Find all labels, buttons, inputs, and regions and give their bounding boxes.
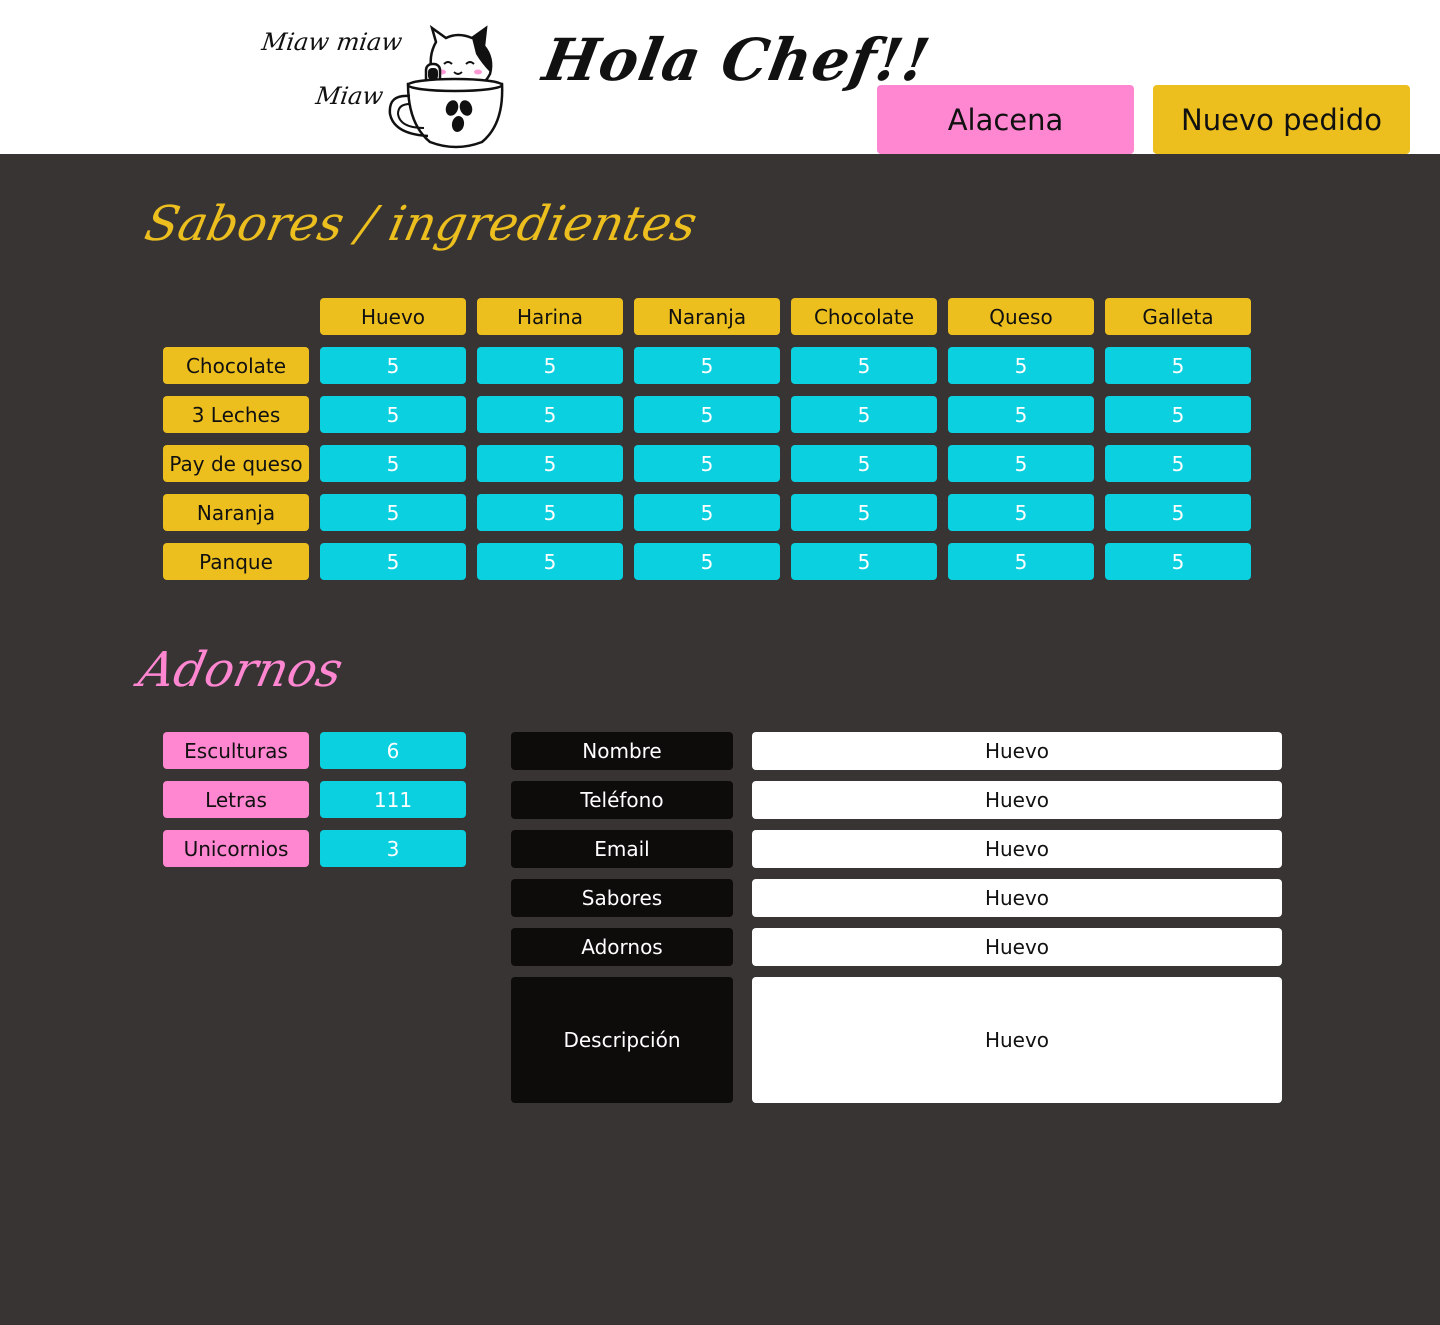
column-header: Huevo [320,298,466,335]
field-value[interactable]: Huevo [752,732,1282,770]
miaw-text-line1: Miaw miaw [260,28,404,56]
miaw-text-line2: Miaw [314,82,386,110]
column-header: Harina [477,298,623,335]
alacena-button[interactable]: Alacena [877,85,1134,154]
adorno-label: Esculturas [163,732,309,769]
quantity-cell[interactable]: 5 [634,543,780,580]
quantity-cell[interactable]: 5 [791,445,937,482]
quantity-cell[interactable]: 5 [477,543,623,580]
quantity-cell[interactable]: 5 [1105,494,1251,531]
field-label: Adornos [511,928,733,966]
quantity-cell[interactable]: 5 [320,445,466,482]
header-bar: Miaw miaw Miaw Hola Chef!! Alacena Nuevo… [0,0,1440,154]
quantity-cell[interactable]: 5 [477,494,623,531]
quantity-cell[interactable]: 5 [320,396,466,433]
field-label: Sabores [511,879,733,917]
quantity-cell[interactable]: 5 [1105,347,1251,384]
field-label: Nombre [511,732,733,770]
nuevo-pedido-button[interactable]: Nuevo pedido [1153,85,1410,154]
quantity-cell[interactable]: 5 [320,347,466,384]
quantity-cell[interactable]: 5 [948,494,1094,531]
quantity-cell[interactable]: 5 [634,396,780,433]
quantity-cell[interactable]: 5 [477,445,623,482]
adornos-section-title: Adornos [134,642,348,698]
quantity-cell[interactable]: 5 [948,347,1094,384]
adorno-quantity[interactable]: 111 [320,781,466,818]
quantity-cell[interactable]: 5 [477,396,623,433]
field-value[interactable]: Huevo [752,977,1282,1103]
field-value[interactable]: Huevo [752,830,1282,868]
field-label: Teléfono [511,781,733,819]
quantity-cell[interactable]: 5 [791,396,937,433]
row-header: 3 Leches [163,396,309,433]
greeting-title: Hola Chef!! [538,26,936,94]
field-value[interactable]: Huevo [752,928,1282,966]
row-header: Naranja [163,494,309,531]
row-header: Pay de queso [163,445,309,482]
quantity-cell[interactable]: 5 [634,347,780,384]
column-header: Chocolate [791,298,937,335]
cat-in-coffee-cup-icon [388,24,504,149]
quantity-cell[interactable]: 5 [1105,396,1251,433]
adorno-label: Unicornios [163,830,309,867]
quantity-cell[interactable]: 5 [948,396,1094,433]
field-label: Email [511,830,733,868]
quantity-cell[interactable]: 5 [320,543,466,580]
field-label: Descripción [511,977,733,1103]
column-header: Galleta [1105,298,1251,335]
adorno-label: Letras [163,781,309,818]
quantity-cell[interactable]: 5 [634,494,780,531]
field-value[interactable]: Huevo [752,781,1282,819]
sabores-section-title: Sabores / ingredientes [140,196,702,252]
quantity-cell[interactable]: 5 [948,543,1094,580]
quantity-cell[interactable]: 5 [320,494,466,531]
row-header: Panque [163,543,309,580]
quantity-cell[interactable]: 5 [791,347,937,384]
field-value[interactable]: Huevo [752,879,1282,917]
quantity-cell[interactable]: 5 [948,445,1094,482]
quantity-cell[interactable]: 5 [634,445,780,482]
quantity-cell[interactable]: 5 [791,494,937,531]
row-header: Chocolate [163,347,309,384]
quantity-cell[interactable]: 5 [1105,543,1251,580]
adorno-quantity[interactable]: 3 [320,830,466,867]
quantity-cell[interactable]: 5 [477,347,623,384]
quantity-cell[interactable]: 5 [791,543,937,580]
column-header: Queso [948,298,1094,335]
quantity-cell[interactable]: 5 [1105,445,1251,482]
adorno-quantity[interactable]: 6 [320,732,466,769]
column-header: Naranja [634,298,780,335]
